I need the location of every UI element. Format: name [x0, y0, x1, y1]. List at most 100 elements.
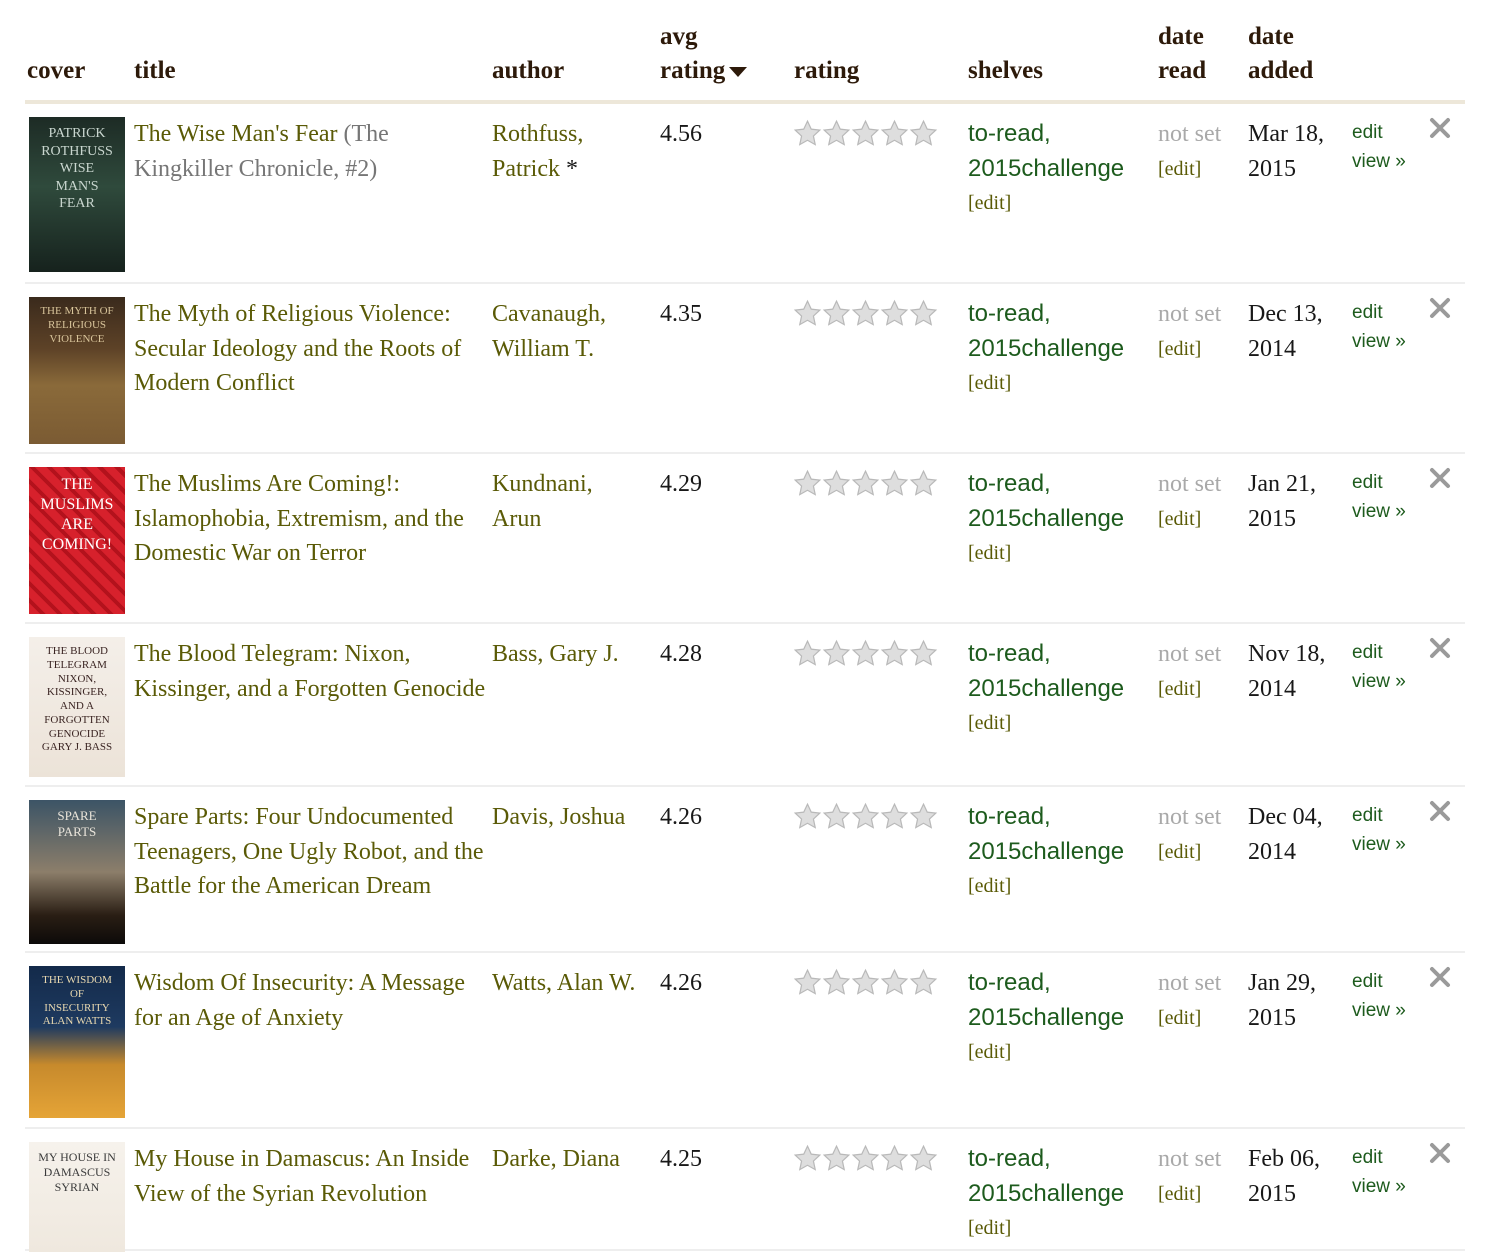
star-icon[interactable]	[851, 299, 880, 328]
shelf-link[interactable]: to-read,	[968, 1145, 1051, 1172]
star-icon[interactable]	[880, 968, 909, 997]
star-icon[interactable]	[909, 639, 938, 668]
shelf-link[interactable]: 2015challenge	[968, 1004, 1124, 1031]
shelf-link[interactable]: to-read,	[968, 120, 1051, 147]
book-cover[interactable]: THE WISDOM OF INSECURITY ALAN WATTS	[29, 966, 125, 1118]
remove-book-icon[interactable]	[1428, 636, 1452, 660]
view-review-link[interactable]: view »	[1352, 497, 1432, 526]
edit-shelves-link[interactable]: [edit]	[968, 1035, 1153, 1070]
column-header-avg-rating[interactable]: avg rating	[660, 20, 748, 88]
star-icon[interactable]	[880, 119, 909, 148]
author-link[interactable]: Cavanaugh, William T.	[492, 297, 652, 366]
author-link[interactable]: Bass, Gary J.	[492, 637, 652, 672]
column-header-author[interactable]: author	[492, 54, 564, 88]
column-header-date-added[interactable]: date added	[1248, 20, 1313, 88]
remove-book-icon[interactable]	[1428, 965, 1452, 989]
shelf-link[interactable]: to-read,	[968, 803, 1051, 830]
edit-shelves-link[interactable]: [edit]	[968, 1211, 1153, 1246]
column-header-shelves[interactable]: shelves	[968, 54, 1043, 88]
user-rating-stars[interactable]	[793, 119, 943, 151]
star-icon[interactable]	[909, 802, 938, 831]
edit-shelves-link[interactable]: [edit]	[968, 869, 1153, 904]
edit-date-read-link[interactable]: [edit]	[1158, 835, 1248, 870]
star-icon[interactable]	[909, 469, 938, 498]
remove-book-icon[interactable]	[1428, 799, 1452, 823]
remove-book-icon[interactable]	[1428, 116, 1452, 140]
remove-book-icon[interactable]	[1428, 466, 1452, 490]
star-icon[interactable]	[851, 1144, 880, 1173]
user-rating-stars[interactable]	[793, 469, 943, 501]
edit-date-read-link[interactable]: [edit]	[1158, 1177, 1248, 1212]
column-header-rating[interactable]: rating	[794, 54, 859, 88]
star-icon[interactable]	[880, 299, 909, 328]
user-rating-stars[interactable]	[793, 1144, 943, 1176]
shelf-link[interactable]: to-read,	[968, 470, 1051, 497]
edit-review-link[interactable]: edit	[1352, 468, 1432, 497]
star-icon[interactable]	[909, 968, 938, 997]
star-icon[interactable]	[851, 639, 880, 668]
star-icon[interactable]	[909, 1144, 938, 1173]
book-title-link[interactable]: The Myth of Religious Violence: Secular …	[134, 297, 489, 401]
book-cover[interactable]: MY HOUSE IN DAMASCUS SYRIAN	[29, 1142, 125, 1252]
user-rating-stars[interactable]	[793, 802, 943, 834]
edit-shelves-link[interactable]: [edit]	[968, 366, 1153, 401]
star-icon[interactable]	[880, 802, 909, 831]
book-title-link[interactable]: Spare Parts: Four Undocumented Teenagers…	[134, 800, 489, 904]
book-title-link[interactable]: The Wise Man's Fear (The Kingkiller Chro…	[134, 117, 489, 186]
shelf-link[interactable]: to-read,	[968, 640, 1051, 667]
shelf-link[interactable]: 2015challenge	[968, 155, 1124, 182]
book-title-link[interactable]: The Muslims Are Coming!: Islamophobia, E…	[134, 467, 489, 571]
star-icon[interactable]	[793, 119, 822, 148]
book-cover[interactable]: PATRICK ROTHFUSS WISE MAN'S FEAR	[29, 117, 125, 272]
star-icon[interactable]	[822, 639, 851, 668]
shelf-link[interactable]: 2015challenge	[968, 838, 1124, 865]
author-link[interactable]: Davis, Joshua	[492, 800, 652, 835]
edit-review-link[interactable]: edit	[1352, 118, 1432, 147]
shelf-link[interactable]: 2015challenge	[968, 335, 1124, 362]
edit-date-read-link[interactable]: [edit]	[1158, 1001, 1248, 1036]
star-icon[interactable]	[822, 119, 851, 148]
edit-shelves-link[interactable]: [edit]	[968, 706, 1153, 741]
view-review-link[interactable]: view »	[1352, 667, 1432, 696]
star-icon[interactable]	[822, 968, 851, 997]
edit-review-link[interactable]: edit	[1352, 298, 1432, 327]
shelf-link[interactable]: 2015challenge	[968, 1180, 1124, 1207]
column-header-date-read[interactable]: date read	[1158, 20, 1206, 88]
book-cover[interactable]: THE MUSLIMS ARE COMING!	[29, 467, 125, 614]
view-review-link[interactable]: view »	[1352, 996, 1432, 1025]
author-link[interactable]: Kundnani, Arun	[492, 467, 652, 536]
book-title-link[interactable]: My House in Damascus: An Inside View of …	[134, 1142, 489, 1211]
star-icon[interactable]	[880, 1144, 909, 1173]
star-icon[interactable]	[880, 469, 909, 498]
column-header-title[interactable]: title	[134, 54, 176, 88]
star-icon[interactable]	[851, 968, 880, 997]
edit-shelves-link[interactable]: [edit]	[968, 536, 1153, 571]
book-cover[interactable]: SPARE PARTS	[29, 800, 125, 944]
user-rating-stars[interactable]	[793, 639, 943, 671]
shelf-link[interactable]: 2015challenge	[968, 675, 1124, 702]
star-icon[interactable]	[793, 1144, 822, 1173]
view-review-link[interactable]: view »	[1352, 327, 1432, 356]
author-link[interactable]: Darke, Diana	[492, 1142, 652, 1177]
edit-review-link[interactable]: edit	[1352, 967, 1432, 996]
star-icon[interactable]	[822, 802, 851, 831]
edit-review-link[interactable]: edit	[1352, 801, 1432, 830]
user-rating-stars[interactable]	[793, 968, 943, 1000]
book-cover[interactable]: THE BLOOD TELEGRAM NIXON, KISSINGER, AND A FO…	[29, 637, 125, 777]
star-icon[interactable]	[822, 469, 851, 498]
star-icon[interactable]	[880, 639, 909, 668]
view-review-link[interactable]: view »	[1352, 147, 1432, 176]
edit-date-read-link[interactable]: [edit]	[1158, 152, 1248, 187]
edit-shelves-link[interactable]: [edit]	[968, 186, 1153, 221]
star-icon[interactable]	[851, 119, 880, 148]
edit-review-link[interactable]: edit	[1352, 638, 1432, 667]
star-icon[interactable]	[793, 968, 822, 997]
star-icon[interactable]	[851, 469, 880, 498]
shelf-link[interactable]: 2015challenge	[968, 505, 1124, 532]
remove-book-icon[interactable]	[1428, 1141, 1452, 1165]
edit-review-link[interactable]: edit	[1352, 1143, 1432, 1172]
star-icon[interactable]	[793, 469, 822, 498]
star-icon[interactable]	[909, 299, 938, 328]
author-link[interactable]: Rothfuss, Patrick *	[492, 117, 652, 186]
star-icon[interactable]	[851, 802, 880, 831]
